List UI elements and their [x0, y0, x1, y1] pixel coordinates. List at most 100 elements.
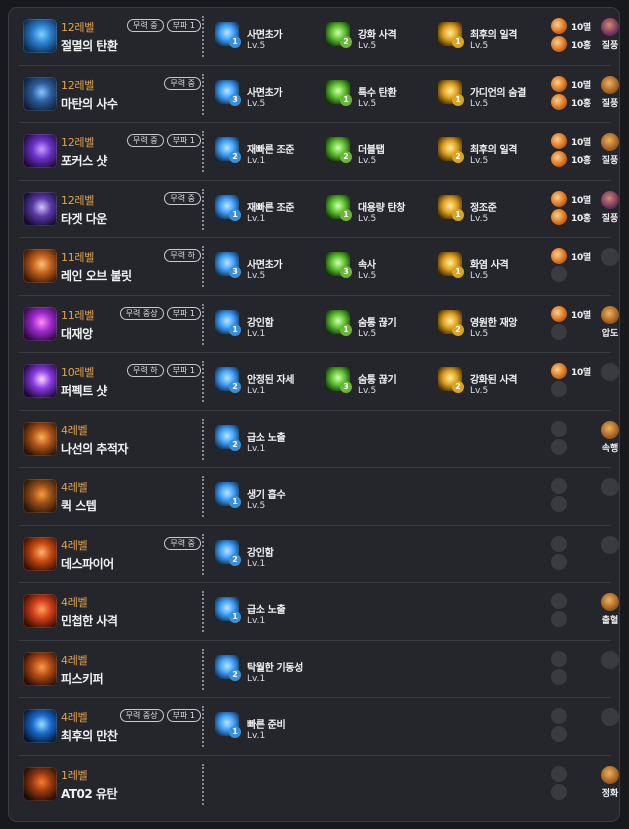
skill-icon[interactable]	[23, 709, 57, 743]
tripod-slot[interactable]: 3 사면초가 Lv.5	[215, 248, 327, 286]
skill-icon[interactable]	[23, 364, 57, 398]
gem-icon[interactable]	[551, 190, 567, 207]
rune-icon[interactable]	[601, 593, 619, 611]
skill-row[interactable]: 4레벨 데스파이어 무력 중 2 강인함 Lv.1	[19, 526, 619, 583]
skill-row[interactable]: 4레벨 민첩한 사격 1 급소 노출 Lv.1 출혈	[19, 583, 619, 641]
tripod-slot[interactable]: 2 영원한 재앙 Lv.5	[438, 306, 550, 344]
gem-icon[interactable]	[551, 75, 567, 92]
skill-row[interactable]: 12레벨 마탄의 사수 무력 중 3 사면초가 Lv.5 1 특수 탄환 Lv.5 1 가디언의 숨…	[19, 66, 619, 123]
rune-empty-slot[interactable]	[601, 708, 619, 726]
rune-icon[interactable]	[601, 420, 619, 439]
gem-empty-slot[interactable]	[551, 496, 567, 512]
tripod-slot[interactable]: 1 정조준 Lv.5	[438, 191, 550, 229]
gem-icon[interactable]	[551, 18, 567, 34]
gem-empty-slot[interactable]	[551, 668, 567, 685]
tripod-slot[interactable]: 1 대용량 탄창 Lv.5	[326, 191, 438, 229]
tripod-slot[interactable]: 2 안정된 자세 Lv.1	[215, 363, 327, 401]
tripod-slot[interactable]: 1 급소 노출 Lv.1	[215, 593, 327, 631]
skill-row[interactable]: 10레벨 퍼펙트 샷 무력 하 부파 1 2 안정된 자세 Lv.1 3 숨통 끊기 Lv.5 2 강…	[19, 353, 619, 411]
skill-icon[interactable]	[23, 479, 57, 513]
tripod-slot[interactable]: 1 사면초가 Lv.5	[215, 18, 327, 56]
gem-icon[interactable]	[551, 208, 567, 225]
tripod-slot[interactable]: 2 최후의 일격 Lv.5	[438, 133, 550, 171]
rune-icon[interactable]	[601, 305, 619, 324]
tripod-slot[interactable]: 3 사면초가 Lv.5	[215, 76, 327, 114]
tripod-slot[interactable]: 1 강인함 Lv.1	[215, 306, 327, 344]
rune-empty-slot[interactable]	[601, 248, 619, 266]
skill-row[interactable]: 12레벨 포커스 샷 무력 중 부파 1 2 재빠른 조준 Lv.1 2 더블탭 Lv.5 2 최후의…	[19, 123, 619, 181]
gem-icon[interactable]	[551, 248, 567, 264]
gem-empty-slot[interactable]	[551, 783, 567, 800]
tripod-level: Lv.1	[247, 443, 266, 454]
gem-icon[interactable]	[551, 133, 567, 149]
skill-row[interactable]: 12레벨 절멸의 탄환 무력 중 부파 1 1 사면초가 Lv.5 2 강화 사격 Lv.5 1 최후…	[19, 8, 619, 66]
rune-icon[interactable]	[601, 18, 619, 36]
tripod-slot[interactable]: 2 재빠른 조준 Lv.1	[215, 133, 327, 171]
tripod-slot[interactable]: 3 속사 Lv.5	[326, 248, 438, 286]
skill-icon[interactable]	[23, 306, 57, 341]
tripod-slot[interactable]: 1 빠른 준비 Lv.1	[215, 708, 327, 746]
skill-icon[interactable]	[23, 766, 57, 801]
tripod-slot[interactable]: 2 더블탭 Lv.5	[326, 133, 438, 171]
gem-empty-slot[interactable]	[551, 535, 567, 552]
rune-icon[interactable]	[601, 190, 619, 209]
skill-row[interactable]: 4레벨 피스키퍼 2 탁월한 기동성 Lv.1	[19, 641, 619, 698]
gem-empty-slot[interactable]	[551, 708, 567, 724]
gem-empty-slot[interactable]	[551, 593, 567, 609]
skill-icon[interactable]	[23, 76, 57, 111]
tripod-slot[interactable]: 2 강화 사격 Lv.5	[326, 18, 438, 56]
skill-icon[interactable]	[23, 191, 57, 226]
skill-badge: 무력 중	[164, 76, 201, 90]
skill-row[interactable]: 12레벨 타겟 다운 무력 중 1 재빠른 조준 Lv.1 1 대용량 탄창 Lv.5 1 정조준 L…	[19, 181, 619, 238]
skill-badge: 부파 1	[166, 709, 201, 722]
skill-icon[interactable]	[23, 19, 57, 53]
gem-empty-slot[interactable]	[551, 266, 567, 282]
skill-icon[interactable]	[23, 134, 57, 168]
tripod-slot[interactable]: 2 탁월한 기동성 Lv.1	[215, 651, 327, 689]
gem-empty-slot[interactable]	[551, 323, 567, 340]
gem-empty-slot[interactable]	[551, 765, 567, 782]
tripod-slot[interactable]: 1 최후의 일격 Lv.5	[438, 18, 550, 56]
tripod-slot[interactable]: 2 강화된 사격 Lv.5	[438, 363, 550, 401]
tripod-slot[interactable]: 1 숨통 끊기 Lv.5	[326, 306, 438, 344]
tripod-slot[interactable]: 2 급소 노출 Lv.1	[215, 421, 327, 459]
gem-empty-slot[interactable]	[551, 726, 567, 742]
gem-icon[interactable]	[551, 36, 567, 52]
rune-icon[interactable]	[601, 75, 619, 94]
tripod-slot[interactable]: 1 화염 사격 Lv.5	[438, 248, 550, 286]
gem-icon[interactable]	[551, 151, 567, 167]
gem-empty-slot[interactable]	[551, 611, 567, 627]
rune-empty-slot[interactable]	[601, 650, 619, 669]
gem-empty-slot[interactable]	[551, 438, 567, 455]
skill-row[interactable]: 1레벨 AT02 유탄 정화	[19, 756, 619, 814]
tripod-slot[interactable]: 1 특수 탄환 Lv.5	[326, 76, 438, 114]
tripod-slot[interactable]: 1 생기 흡수 Lv.5	[215, 478, 327, 516]
rune-icon[interactable]	[601, 765, 619, 784]
skill-row[interactable]: 11레벨 대재앙 무력 중상 부파 1 1 강인함 Lv.1 1 숨통 끊기 Lv.5 2 영원한 재…	[19, 296, 619, 353]
gem-empty-slot[interactable]	[551, 420, 567, 437]
skill-icon[interactable]	[23, 249, 57, 283]
rune-icon[interactable]	[601, 133, 619, 151]
rune-empty-slot[interactable]	[601, 535, 619, 554]
skill-row[interactable]: 4레벨 최후의 만찬 무력 중상 부파 1 1 빠른 준비 Lv.1	[19, 698, 619, 756]
tripod-slot[interactable]: 1 재빠른 조준 Lv.1	[215, 191, 327, 229]
gem-icon[interactable]	[551, 363, 567, 379]
gem-icon[interactable]	[551, 305, 567, 322]
gem-empty-slot[interactable]	[551, 650, 567, 667]
skill-icon[interactable]	[23, 421, 57, 456]
gem-icon[interactable]	[551, 93, 567, 110]
gem-empty-slot[interactable]	[551, 381, 567, 397]
skill-row[interactable]: 4레벨 나선의 추적자 2 급소 노출 Lv.1 속행	[19, 411, 619, 468]
skill-row[interactable]: 11레벨 레인 오브 불릿 무력 하 3 사면초가 Lv.5 3 속사 Lv.5 1 화염 사격 Lv…	[19, 238, 619, 296]
gem-empty-slot[interactable]	[551, 478, 567, 494]
skill-icon[interactable]	[23, 536, 57, 571]
skill-icon[interactable]	[23, 594, 57, 628]
tripod-slot[interactable]: 1 가디언의 숨결 Lv.5	[438, 76, 550, 114]
skill-row[interactable]: 4레벨 퀵 스텝 1 생기 흡수 Lv.5	[19, 468, 619, 526]
gem-empty-slot[interactable]	[551, 553, 567, 570]
rune-empty-slot[interactable]	[601, 478, 619, 496]
rune-empty-slot[interactable]	[601, 363, 619, 381]
skill-icon[interactable]	[23, 651, 57, 686]
tripod-slot[interactable]: 3 숨통 끊기 Lv.5	[326, 363, 438, 401]
tripod-slot[interactable]: 2 강인함 Lv.1	[215, 536, 327, 574]
